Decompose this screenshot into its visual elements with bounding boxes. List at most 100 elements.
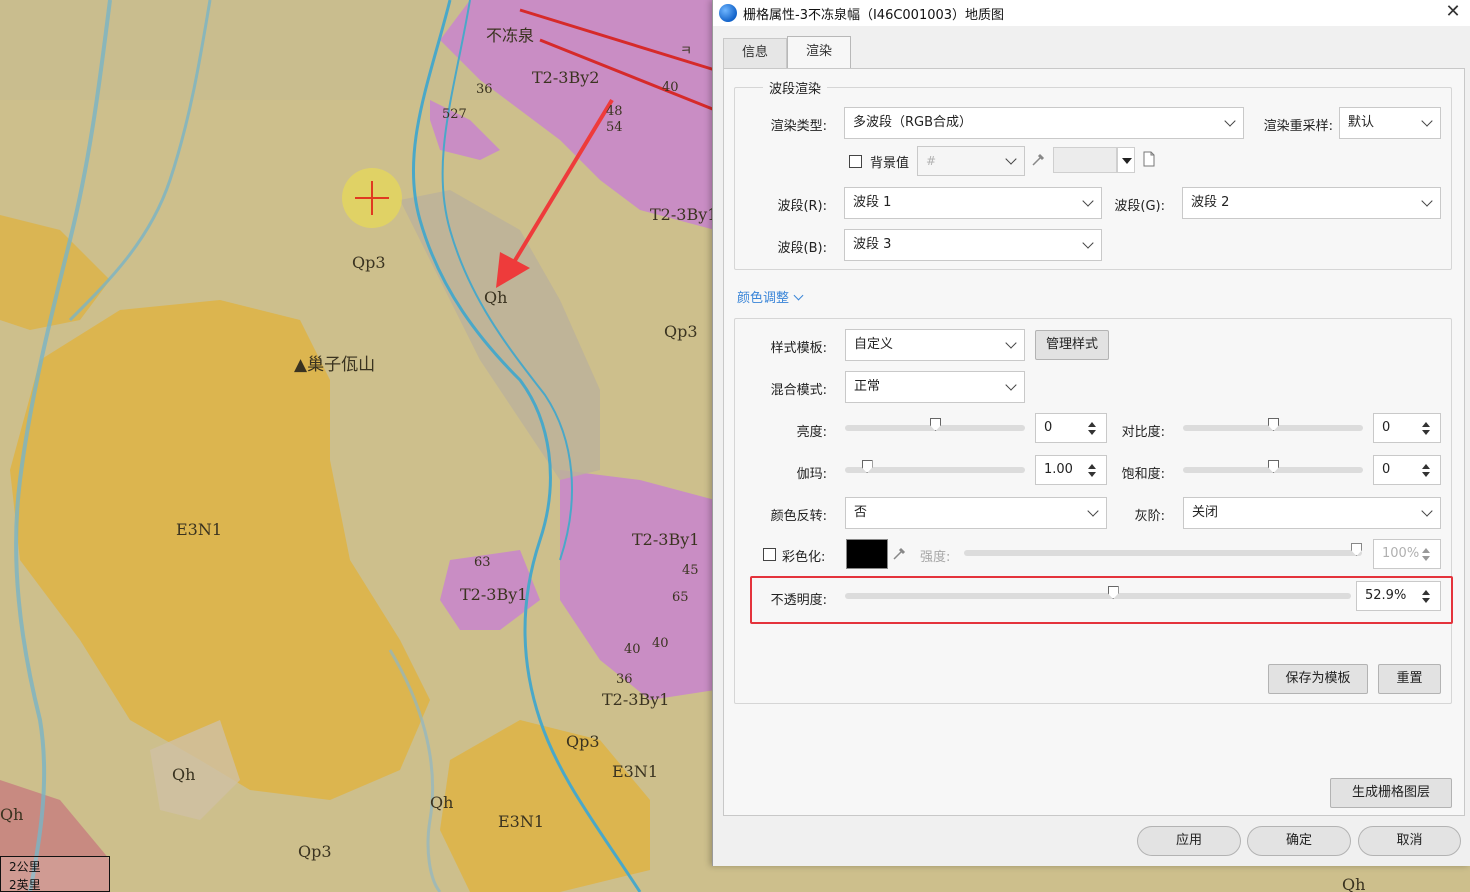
band-g-select[interactable]: 波段 2 <box>1182 187 1441 219</box>
saturation-spinbox[interactable]: 0 <box>1373 455 1441 485</box>
opacity-slider-thumb[interactable] <box>1107 586 1119 599</box>
chevron-down-icon <box>1005 153 1017 165</box>
background-value-select[interactable]: # <box>917 146 1025 176</box>
spin-down-icon[interactable] <box>1088 430 1096 435</box>
spin-up-icon[interactable] <box>1422 422 1430 427</box>
chevron-down-icon <box>1087 505 1099 517</box>
colorize-color-swatch[interactable] <box>846 539 888 569</box>
map-place-name: ▲巢子佤山 <box>294 355 376 375</box>
resample-select[interactable]: 默认 <box>1339 107 1441 139</box>
map-label: T2-3By2 <box>532 68 600 87</box>
band-b-select[interactable]: 波段 3 <box>844 229 1102 261</box>
contrast-label: 对比度: <box>1121 425 1165 440</box>
save-as-template-button[interactable]: 保存为模板 <box>1268 664 1368 694</box>
map-label: 45 <box>682 563 699 578</box>
chevron-down-icon <box>1421 505 1433 517</box>
ok-button[interactable]: 确定 <box>1247 826 1351 856</box>
spin-down-icon[interactable] <box>1422 598 1430 603</box>
brightness-spinbox[interactable]: 0 <box>1035 413 1107 443</box>
brightness-slider-thumb[interactable] <box>930 418 941 431</box>
generate-raster-layer-button[interactable]: 生成栅格图层 <box>1330 778 1452 808</box>
tab-info[interactable]: 信息 <box>723 38 788 68</box>
grayscale-select[interactable]: 关闭 <box>1183 497 1441 529</box>
spin-up-icon[interactable] <box>1422 548 1430 553</box>
opacity-value: 52.9% <box>1365 588 1407 603</box>
spin-up-icon[interactable] <box>1422 590 1430 595</box>
gamma-slider-thumb[interactable] <box>861 460 873 473</box>
opacity-spinbox[interactable]: 52.9% <box>1356 581 1441 611</box>
close-icon[interactable]: ✕ <box>1443 2 1463 22</box>
saturation-value: 0 <box>1382 462 1391 477</box>
chevron-down-icon <box>1082 195 1094 207</box>
render-type-value: 多波段（RGB合成） <box>853 115 973 130</box>
map-label: Qp3 <box>298 842 332 861</box>
chevron-down-icon <box>793 290 804 301</box>
strength-value: 100% <box>1382 546 1420 561</box>
manage-style-button[interactable]: 管理样式 <box>1035 330 1109 360</box>
eyedropper-icon[interactable] <box>891 546 907 562</box>
colorize-checkbox[interactable] <box>763 548 776 561</box>
map-label: ㅋ <box>680 44 692 59</box>
colorize-label: 彩色化: <box>782 550 826 565</box>
saturation-slider-thumb[interactable] <box>1268 460 1279 473</box>
tab-render[interactable]: 渲染 <box>787 36 852 68</box>
map-label: 40 <box>652 636 669 651</box>
spin-up-icon[interactable] <box>1422 464 1430 469</box>
band-r-select[interactable]: 波段 1 <box>844 187 1102 219</box>
blend-mode-select[interactable]: 正常 <box>845 371 1025 403</box>
contrast-spinbox[interactable]: 0 <box>1373 413 1441 443</box>
tab-bar: 信息 渲染 <box>723 36 852 68</box>
contrast-slider-thumb[interactable] <box>1268 418 1279 431</box>
spin-down-icon[interactable] <box>1422 430 1430 435</box>
chevron-down-icon <box>1005 337 1017 349</box>
reset-button[interactable]: 重置 <box>1378 664 1441 694</box>
opacity-highlight-box <box>750 576 1453 624</box>
spin-up-icon[interactable] <box>1088 422 1096 427</box>
apply-button[interactable]: 应用 <box>1137 826 1241 856</box>
resample-label: 渲染重采样: <box>1263 119 1333 134</box>
map-scale-bar: 2公里 2英里 <box>0 856 110 892</box>
band-r-value: 波段 1 <box>853 195 892 210</box>
invert-select[interactable]: 否 <box>845 497 1107 529</box>
caret-down-icon <box>1122 158 1132 164</box>
invert-label: 颜色反转: <box>770 509 827 524</box>
strength-spinbox[interactable]: 100% <box>1373 539 1441 569</box>
map-label: Qp3 <box>352 253 386 272</box>
map-label: Qh <box>172 765 196 784</box>
spin-down-icon[interactable] <box>1422 556 1430 561</box>
band-g-value: 波段 2 <box>1191 195 1230 210</box>
slider-thumb-shape <box>930 418 941 431</box>
render-type-select[interactable]: 多波段（RGB合成） <box>844 107 1244 139</box>
color-adjust-toggle[interactable]: 颜色调整 <box>737 287 804 306</box>
style-template-select[interactable]: 自定义 <box>845 329 1025 361</box>
slider-thumb-shape <box>1351 543 1362 556</box>
background-color-swatch[interactable] <box>1053 147 1117 173</box>
spin-up-icon[interactable] <box>1088 464 1096 469</box>
cancel-button[interactable]: 取消 <box>1358 826 1461 856</box>
opacity-slider-track[interactable] <box>845 593 1351 599</box>
opacity-label: 不透明度: <box>770 593 827 608</box>
new-document-icon[interactable] <box>1141 151 1157 167</box>
strength-slider-thumb[interactable] <box>1351 543 1362 556</box>
resample-value: 默认 <box>1348 115 1375 130</box>
strength-slider-track[interactable] <box>964 550 1362 556</box>
band-render-group: 波段渲染 渲染类型: 多波段（RGB合成） 渲染重采样: 默认 背景值 # 波段… <box>734 78 1452 270</box>
dialog-titlebar[interactable]: 栅格属性-3不冻泉幅（I46C001003）地质图 ✕ <box>713 0 1470 26</box>
spin-down-icon[interactable] <box>1422 472 1430 477</box>
background-color-dropdown[interactable] <box>1117 147 1135 173</box>
map-label: Qh <box>1342 875 1366 892</box>
map-label: 54 <box>606 120 623 135</box>
band-b-label: 波段(B): <box>777 241 827 256</box>
band-render-title: 波段渲染 <box>763 78 828 97</box>
map-label: 40 <box>662 80 679 95</box>
background-label: 背景值 <box>870 156 910 171</box>
eyedropper-icon[interactable] <box>1030 152 1046 168</box>
band-b-value: 波段 3 <box>853 237 892 252</box>
map-label: 40 <box>624 642 641 657</box>
map-label: 65 <box>672 590 689 605</box>
map-label: 36 <box>616 672 633 687</box>
gamma-spinbox[interactable]: 1.00 <box>1035 455 1107 485</box>
background-checkbox[interactable] <box>849 155 862 168</box>
spin-down-icon[interactable] <box>1088 472 1096 477</box>
map-label: E3N1 <box>612 762 659 781</box>
